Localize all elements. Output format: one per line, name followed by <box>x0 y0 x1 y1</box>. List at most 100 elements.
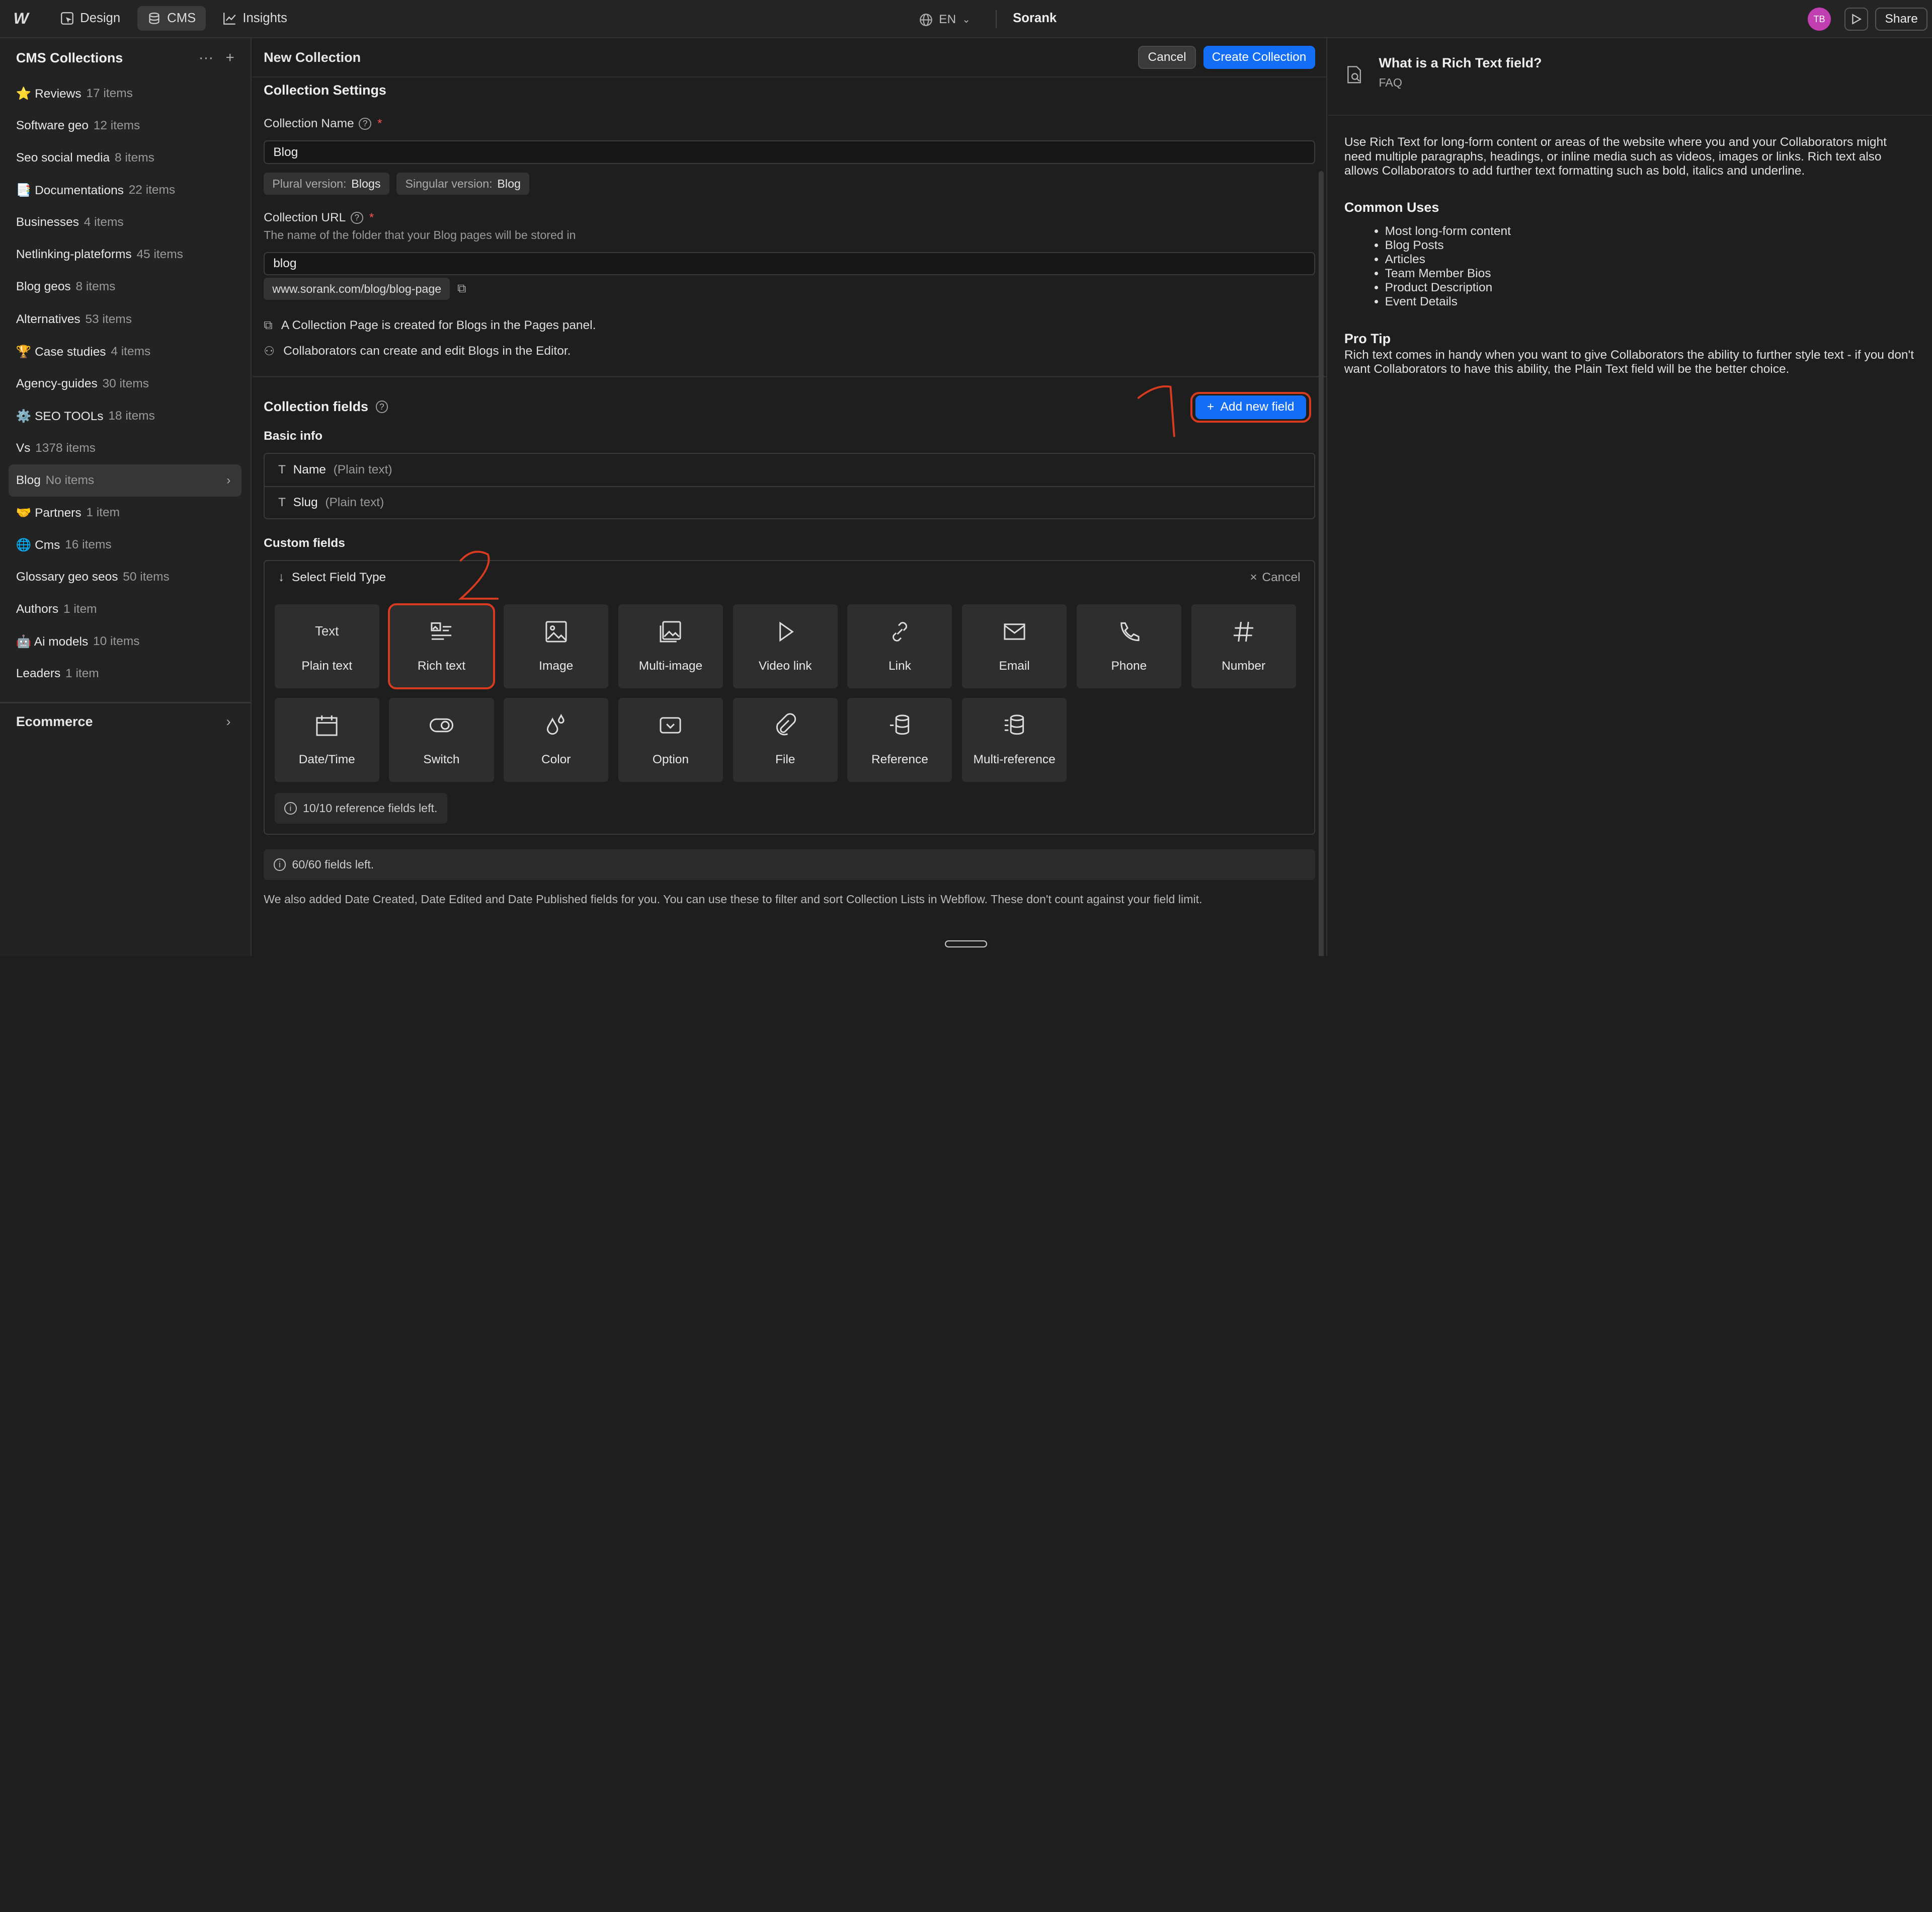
create-collection-button[interactable]: Create Collection <box>1203 45 1315 69</box>
sidebar-item-collection[interactable]: 🤖 Ai models 10 items <box>0 625 251 658</box>
tab-insights-label: Insights <box>243 11 287 26</box>
help-icon[interactable]: ? <box>351 211 363 224</box>
plus-icon[interactable]: + <box>226 49 234 66</box>
field-type-email[interactable]: Email <box>962 604 1067 688</box>
sidebar-item-collection[interactable]: Seo social media 8 items <box>0 142 251 174</box>
field-type-plain-text[interactable]: Text Plain text <box>274 604 379 688</box>
field-row-slug[interactable]: T Slug (Plain text) <box>265 486 1314 518</box>
sidebar-item-count: 22 items <box>128 183 176 197</box>
plural-label: Plural version: <box>272 177 347 190</box>
collection-url-input[interactable]: blog <box>264 252 1315 276</box>
sidebar-item-collection[interactable]: Authors 1 item <box>0 593 251 625</box>
sidebar-item-label: Blog <box>16 473 41 487</box>
play-icon <box>1852 14 1862 25</box>
chart-icon <box>223 13 236 25</box>
sidebar-item-count: 8 items <box>75 280 116 294</box>
sidebar-item-collection[interactable]: 📑 Documentations 22 items <box>0 174 251 206</box>
sidebar-item-collection[interactable]: Alternatives 53 items <box>0 303 251 335</box>
close-icon: × <box>1250 571 1257 585</box>
share-button[interactable]: Share <box>1875 7 1927 31</box>
collection-name-input[interactable]: Blog <box>264 140 1315 164</box>
sidebar-item-label: 🤖 Ai models <box>16 634 89 649</box>
sidebar-item-collection[interactable]: Businesses 4 items <box>0 206 251 238</box>
field-type-image[interactable]: Image <box>504 604 609 688</box>
add-new-field-label: Add new field <box>1220 400 1295 414</box>
sidebar-item-collection[interactable]: 🤝 Partners 1 item <box>0 497 251 529</box>
field-type-color[interactable]: Color <box>504 698 609 782</box>
chevron-down-icon: ⌄ <box>962 14 971 26</box>
color-drop-icon <box>544 713 569 738</box>
arrow-down-icon: ↓ <box>278 571 285 585</box>
field-type-grid: Text Plain text Rich text Image Multi-image V… <box>265 603 1314 782</box>
field-row-name[interactable]: T Name (Plain text) <box>265 454 1314 486</box>
sidebar-item-collection[interactable]: ⭐ Reviews 17 items <box>0 77 251 110</box>
sidebar-item-collection[interactable]: ⚙️ SEO TOOLs 18 items <box>0 400 251 432</box>
option-icon <box>658 713 683 738</box>
document-search-icon <box>1347 65 1361 84</box>
tab-cms[interactable]: CMS <box>137 6 206 31</box>
sidebar-item-collection[interactable]: 🌐 Cms 16 items <box>0 529 251 561</box>
language-label: EN <box>939 13 956 27</box>
field-type-option[interactable]: Option <box>618 698 723 782</box>
field-type-reference[interactable]: Reference <box>847 698 952 782</box>
database-icon <box>149 13 159 25</box>
copy-icon[interactable]: ⧉ <box>457 282 466 296</box>
avatar[interactable]: TB <box>1807 7 1831 31</box>
ecommerce-section[interactable]: Ecommerce › <box>0 703 251 740</box>
field-type: (Plain text) <box>325 495 384 509</box>
info-collaborators: ⚇ Collaborators can create and edit Blog… <box>264 344 1315 359</box>
info-collaborators-text: Collaborators can create and edit Blogs … <box>283 344 571 358</box>
faq-header: What is a Rich Text field? FAQ <box>1328 38 1932 116</box>
sidebar-title: CMS Collections <box>16 50 123 65</box>
field-type-number[interactable]: Number <box>1191 604 1296 688</box>
common-use-item: Event Details <box>1385 295 1916 309</box>
field-type-multi-reference[interactable]: Multi-reference <box>962 698 1067 782</box>
field-type-phone[interactable]: Phone <box>1076 604 1181 688</box>
scrollbar[interactable] <box>1318 171 1324 957</box>
sidebar-item-count: 18 items <box>108 409 155 423</box>
sidebar-item-collection[interactable]: Vs 1378 items <box>0 432 251 464</box>
divider <box>253 376 1326 377</box>
help-icon[interactable]: ? <box>375 401 388 413</box>
sidebar-item-label: 🏆 Case studies <box>16 345 106 359</box>
plural-version-chip[interactable]: Plural version: Blogs <box>264 173 389 195</box>
field-type-label: Switch <box>423 752 460 766</box>
tab-insights[interactable]: Insights <box>213 6 297 31</box>
cancel-button[interactable]: Cancel <box>1138 45 1196 69</box>
field-type-date-time[interactable]: Date/Time <box>274 698 379 782</box>
sidebar-header: CMS Collections ··· + <box>0 38 251 77</box>
sidebar-item-collection[interactable]: Agency-guides 30 items <box>0 368 251 400</box>
field-type-rich-text[interactable]: Rich text <box>388 603 495 689</box>
sidebar-item-collection[interactable]: Leaders 1 item <box>0 658 251 690</box>
language-selector[interactable]: EN ⌄ <box>919 8 971 32</box>
sidebar-item-collection[interactable]: Blog No items › <box>9 464 242 497</box>
preview-button[interactable] <box>1844 7 1868 31</box>
sidebar-item-collection[interactable]: Glossary geo seos 50 items <box>0 561 251 593</box>
field-type-link[interactable]: Link <box>847 604 952 688</box>
webflow-logo-icon[interactable]: W <box>9 6 33 31</box>
sidebar-item-collection[interactable]: Netlinking-plateforms 45 items <box>0 238 251 271</box>
help-icon[interactable]: ? <box>359 117 371 130</box>
fields-limit-text: 60/60 fields left. <box>292 858 374 871</box>
singular-value: Blog <box>497 177 521 190</box>
paperclip-icon <box>773 713 797 738</box>
add-new-field-button[interactable]: + Add new field <box>1195 395 1306 419</box>
singular-version-chip[interactable]: Singular version: Blog <box>396 173 530 195</box>
field-type-video-link[interactable]: Video link <box>733 604 838 688</box>
sidebar-item-collection[interactable]: Software geo 12 items <box>0 110 251 142</box>
sidebar-item-label: Businesses <box>16 215 79 229</box>
more-icon[interactable]: ··· <box>199 49 213 66</box>
sidebar-item-collection[interactable]: 🏆 Case studies 4 items <box>0 336 251 368</box>
reference-limit-text: 10/10 reference fields left. <box>302 801 438 815</box>
field-type-label: Video link <box>758 659 812 673</box>
field-type-multi-image[interactable]: Multi-image <box>618 604 723 688</box>
sidebar-item-label: Authors <box>16 602 59 616</box>
cancel-picker-button[interactable]: × Cancel <box>1250 571 1300 585</box>
field-type-file[interactable]: File <box>733 698 838 782</box>
sidebar-item-collection[interactable]: Blog geos 8 items <box>0 271 251 303</box>
bottom-handle[interactable] <box>945 940 987 948</box>
tab-design[interactable]: Design <box>50 6 130 31</box>
sidebar-item-count: No items <box>45 473 95 487</box>
field-type-switch[interactable]: Switch <box>389 698 494 782</box>
field-type-label: File <box>775 752 795 766</box>
